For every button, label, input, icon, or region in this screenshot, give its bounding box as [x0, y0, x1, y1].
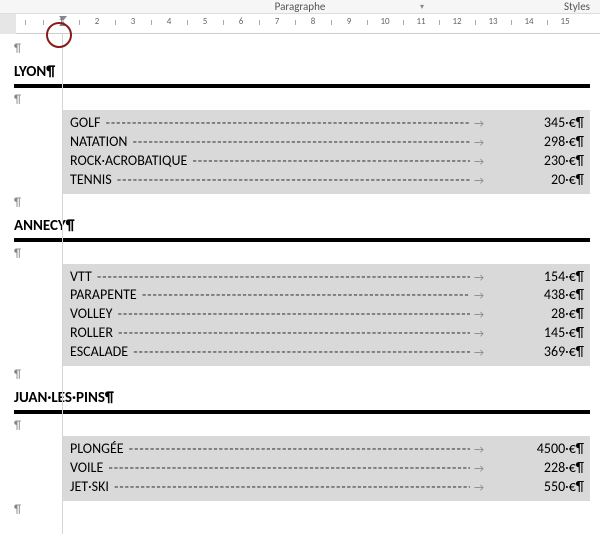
table-row: PLONGÉE --------------------------------… [70, 440, 584, 459]
table-row: PARAPENTE ------------------------------… [70, 286, 584, 305]
section-heading: ANNECY¶ [14, 213, 590, 237]
ruler-tick: 3 [131, 16, 136, 27]
tab-leader: ----------------------------------------… [95, 268, 470, 287]
item-name: VOILE [70, 459, 103, 478]
tab-arrow-icon: → [470, 481, 524, 496]
item-name: VOLLEY [70, 305, 112, 324]
horizontal-ruler[interactable]: 123456789101112131415 [0, 14, 600, 34]
paragraph-mark: ¶ [14, 417, 590, 436]
tab-leader: ----------------------------------------… [127, 440, 470, 459]
tab-arrow-icon: → [470, 271, 524, 286]
tab-arrow-icon: → [470, 443, 524, 458]
table-row: VTT ------------------------------------… [70, 268, 584, 287]
tab-leader: ----------------------------------------… [106, 459, 470, 478]
table-row: ROCK·ACROBATIQUE -----------------------… [70, 152, 584, 171]
tab-leader: ----------------------------------------… [115, 171, 470, 190]
item-price: 20·€¶ [524, 171, 584, 190]
ruler-tick: 9 [347, 16, 352, 27]
item-price: 345·€¶ [524, 114, 584, 133]
tab-leader: ----------------------------------------… [116, 305, 470, 324]
item-price: 550·€¶ [524, 478, 584, 497]
table-row: VOLLEY ---------------------------------… [70, 305, 584, 324]
tab-arrow-icon: → [470, 136, 524, 151]
ruler-tick: 10 [380, 16, 389, 27]
tab-leader: ----------------------------------------… [116, 324, 470, 343]
tab-arrow-icon: → [470, 155, 524, 170]
ruler-tick: 14 [524, 16, 533, 27]
paragraph-mark: ¶ [14, 501, 590, 520]
tab-arrow-icon: → [470, 289, 524, 304]
tab-arrow-icon: → [470, 174, 524, 189]
ribbon-tabs: Paragraphe ▾ Styles [0, 0, 600, 14]
table-row: TENNIS ---------------------------------… [70, 171, 584, 190]
item-price: 145·€¶ [524, 324, 584, 343]
item-name: ESCALADE [70, 343, 128, 362]
item-price: 154·€¶ [524, 268, 584, 287]
item-price: 230·€¶ [524, 152, 584, 171]
ruler-inactive-left [0, 14, 16, 34]
section-rule [14, 238, 590, 242]
paragraph-mark: ¶ [14, 366, 590, 385]
left-margin-guide [62, 34, 63, 534]
section-rule [14, 410, 590, 414]
ruler-tick: 4 [167, 16, 172, 27]
table-row: JET·SKI --------------------------------… [70, 478, 584, 497]
dropdown-icon[interactable]: ▾ [420, 2, 424, 12]
table-row: ESCALADE -------------------------------… [70, 343, 584, 362]
tab-leader: ----------------------------------------… [131, 343, 470, 362]
item-name: VTT [70, 268, 92, 287]
ruler-tick: 11 [416, 16, 425, 27]
item-name: ROLLER [70, 324, 113, 343]
item-name: NATATION [70, 133, 127, 152]
tab-arrow-icon: → [470, 462, 524, 477]
ruler-tick: 13 [488, 16, 497, 27]
item-name: TENNIS [70, 171, 112, 190]
section-rule [14, 84, 590, 88]
item-price: 28·€¶ [524, 305, 584, 324]
item-name: PARAPENTE [70, 286, 137, 305]
item-price: 228·€¶ [524, 459, 584, 478]
price-table: GOLF -----------------------------------… [62, 110, 590, 194]
ruler-tick: 2 [95, 16, 100, 27]
item-price: 438·€¶ [524, 286, 584, 305]
table-row: NATATION -------------------------------… [70, 133, 584, 152]
ruler-tick: 6 [239, 16, 244, 27]
table-row: VOILE ----------------------------------… [70, 459, 584, 478]
item-price: 298·€¶ [524, 133, 584, 152]
tab-leader: ----------------------------------------… [140, 286, 470, 305]
item-name: JET·SKI [70, 478, 109, 497]
ruler-tick: 1 [59, 16, 64, 27]
tab-leader: ----------------------------------------… [190, 152, 470, 171]
table-row: ROLLER ---------------------------------… [70, 324, 584, 343]
tab-arrow-icon: → [470, 346, 524, 361]
section-heading: LYON¶ [14, 59, 590, 83]
ruler-tick: 12 [452, 16, 461, 27]
tab-arrow-icon: → [470, 327, 524, 342]
section-heading: JUAN·LES·PINS¶ [14, 385, 590, 409]
item-name: ROCK·ACROBATIQUE [70, 152, 187, 171]
tab-leader: ----------------------------------------… [104, 114, 470, 133]
item-name: GOLF [70, 114, 100, 133]
paragraph-mark: ¶ [14, 91, 590, 110]
ribbon-tab-styles[interactable]: Styles [564, 0, 590, 13]
tab-leader: ----------------------------------------… [112, 478, 470, 497]
ruler-tick: 15 [560, 16, 569, 27]
tab-arrow-icon: → [470, 117, 524, 132]
table-row: GOLF -----------------------------------… [70, 114, 584, 133]
ruler-tick: 5 [203, 16, 208, 27]
ribbon-tab-paragraphe[interactable]: Paragraphe [275, 0, 326, 13]
tab-arrow-icon: → [470, 308, 524, 323]
ruler-tick: 7 [275, 16, 280, 27]
tab-leader: ----------------------------------------… [131, 133, 470, 152]
paragraph-mark: ¶ [14, 245, 590, 264]
item-price: 369·€¶ [524, 343, 584, 362]
paragraph-mark: ¶ [14, 194, 590, 213]
item-price: 4500·€¶ [524, 440, 584, 459]
paragraph-mark: ¶ [14, 40, 590, 59]
document-body: ¶ LYON¶¶GOLF ---------------------------… [0, 34, 600, 520]
price-table: VTT ------------------------------------… [62, 264, 590, 366]
price-table: PLONGÉE --------------------------------… [62, 436, 590, 501]
ruler-tick: 8 [311, 16, 316, 27]
item-name: PLONGÉE [70, 440, 124, 459]
